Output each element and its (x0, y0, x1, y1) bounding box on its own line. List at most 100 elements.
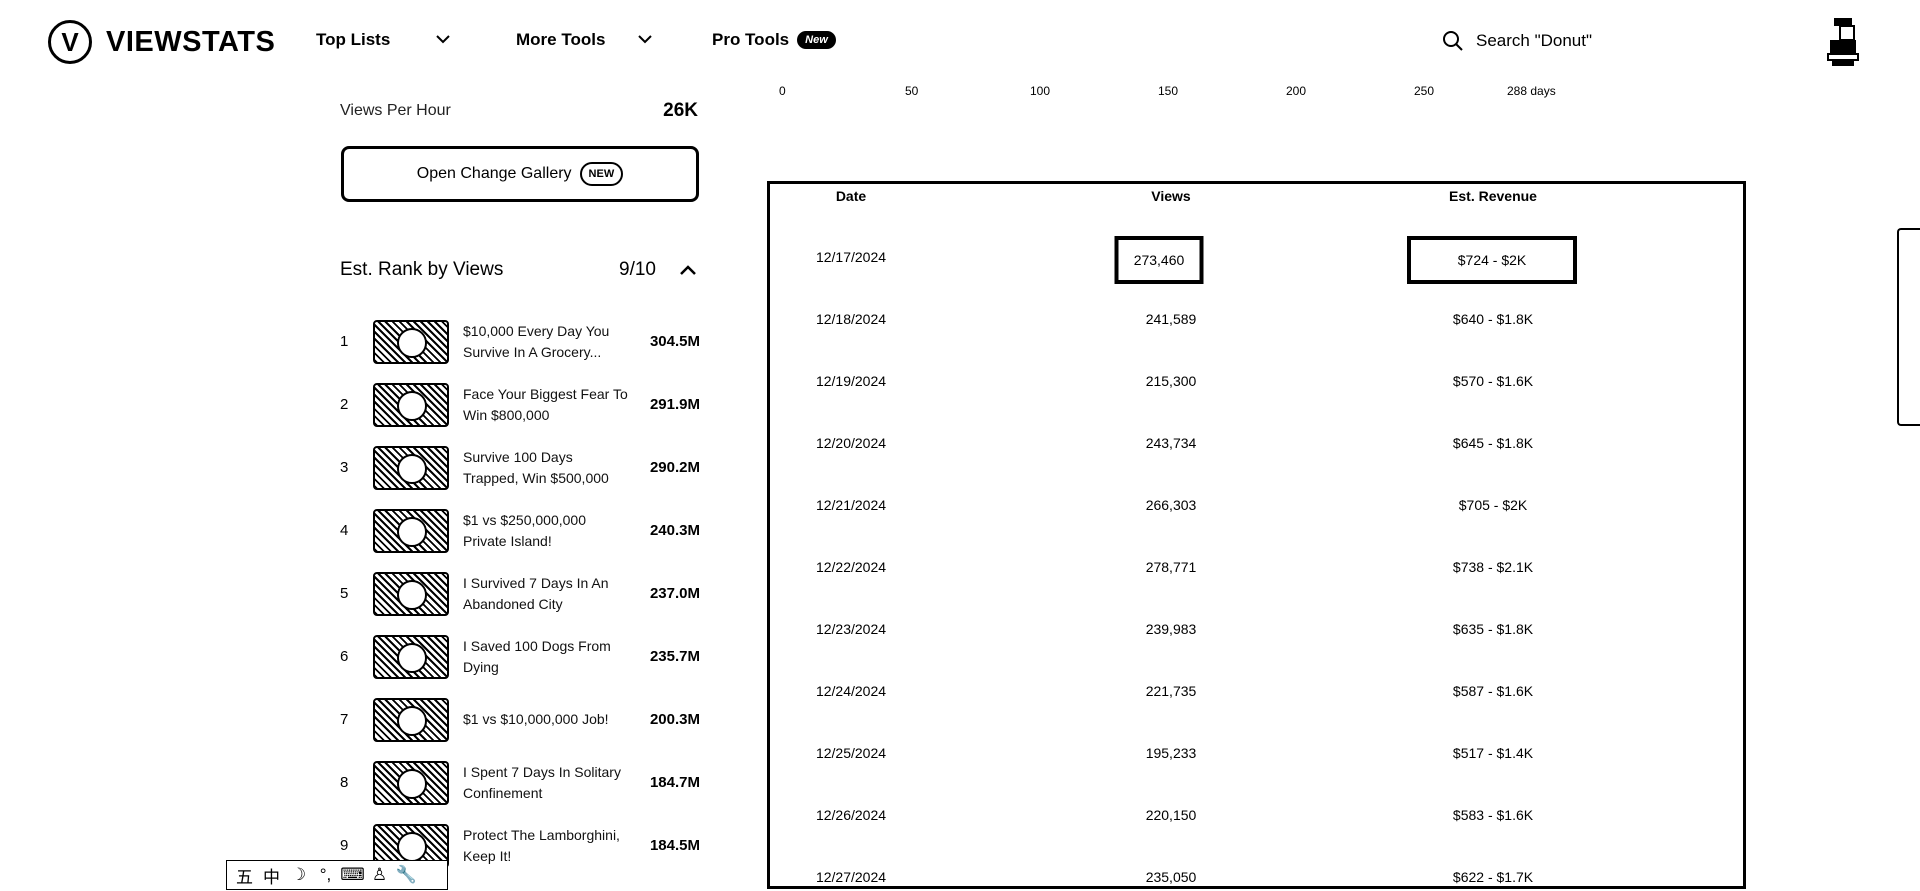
rank-number: 3 (340, 459, 349, 476)
rank-number: 2 (340, 396, 349, 413)
cell-views: 215,300 (1145, 373, 1197, 389)
column-header-views[interactable]: Views (1151, 188, 1190, 204)
video-thumbnail[interactable] (373, 634, 449, 679)
nav-top-lists[interactable]: Top Lists (316, 30, 450, 50)
ime-user-icon[interactable]: ♙ (366, 865, 393, 885)
video-thumbnail[interactable] (373, 445, 449, 490)
video-title[interactable]: Face Your Biggest Fear To Win $800,000 (463, 384, 628, 426)
cell-date: 12/23/2024 (815, 621, 887, 637)
rank-item[interactable]: 7 $1 vs $10,000,000 Job! 200.3M (340, 688, 700, 751)
views-per-hour-row: Views Per Hour 26K (340, 100, 700, 122)
cell-revenue: $640 - $1.8K (1452, 311, 1534, 327)
cell-views: 221,735 (1145, 683, 1197, 699)
video-views: 291.9M (649, 396, 700, 413)
nav-more-tools[interactable]: More Tools (516, 30, 652, 50)
collapse-rank-button[interactable] (676, 258, 700, 282)
video-title[interactable]: I Spent 7 Days In Solitary Confinement (463, 762, 628, 804)
video-thumbnail[interactable] (373, 382, 449, 427)
side-panel-handle[interactable] (1897, 228, 1920, 426)
video-title[interactable]: $10,000 Every Day You Survive In A Groce… (463, 321, 628, 363)
table-row[interactable]: 12/18/2024 241,589 $640 - $1.8K (770, 289, 1743, 351)
ime-settings-icon[interactable]: 🔧 (393, 865, 420, 885)
cell-revenue: $622 - $1.7K (1452, 869, 1534, 885)
daily-stats-table[interactable]: Date Views Est. Revenue 12/17/2024 273,4… (767, 181, 1746, 889)
cell-views: 278,771 (1145, 559, 1197, 575)
chevron-down-icon (638, 35, 652, 44)
video-thumbnail[interactable] (373, 760, 449, 805)
est-rank-count: 9/10 (619, 259, 656, 280)
open-change-gallery-button[interactable]: Open Change Gallery NEW (341, 146, 699, 202)
table-row[interactable]: 12/27/2024 235,050 $622 - $1.7K (770, 847, 1743, 886)
search-bar[interactable] (1442, 30, 1696, 52)
video-thumbnail[interactable] (373, 571, 449, 616)
video-views: 184.7M (649, 774, 700, 791)
ime-halfwidth-icon[interactable]: ☽ (285, 865, 312, 885)
gallery-button-label: Open Change Gallery (416, 165, 572, 182)
new-badge: New (797, 31, 836, 49)
table-row[interactable]: 12/26/2024 220,150 $583 - $1.6K (770, 785, 1743, 847)
rank-number: 1 (340, 333, 349, 350)
rank-item[interactable]: 8 I Spent 7 Days In Solitary Confinement… (340, 751, 700, 814)
axis-tick: 250 (1414, 84, 1435, 98)
video-title[interactable]: Protect The Lamborghini, Keep It! (463, 825, 628, 867)
nav-pro-tools[interactable]: Pro Tools New (712, 30, 836, 50)
table-row[interactable]: 12/19/2024 215,300 $570 - $1.6K (770, 351, 1743, 413)
video-title[interactable]: I Saved 100 Dogs From Dying (463, 636, 628, 678)
cell-views: 241,589 (1145, 311, 1197, 327)
table-row[interactable]: 12/20/2024 243,734 $645 - $1.8K (770, 413, 1743, 475)
cell-views: 239,983 (1145, 621, 1197, 637)
new-badge: NEW (579, 162, 624, 186)
ime-chinese-mode-icon[interactable]: 中 (258, 863, 285, 888)
table-row[interactable]: 12/21/2024 266,303 $705 - $2K (770, 475, 1743, 537)
rank-item[interactable]: 6 I Saved 100 Dogs From Dying 235.7M (340, 625, 700, 688)
video-title[interactable]: $1 vs $10,000,000 Job! (463, 709, 628, 730)
rank-item[interactable]: 1 $10,000 Every Day You Survive In A Gro… (340, 310, 700, 373)
cell-revenue: $587 - $1.6K (1452, 683, 1534, 699)
cell-revenue: $705 - $2K (1458, 497, 1528, 513)
column-header-revenue[interactable]: Est. Revenue (1449, 188, 1537, 204)
rank-item[interactable]: 3 Survive 100 Days Trapped, Win $500,000… (340, 436, 700, 499)
video-title[interactable]: I Survived 7 Days In An Abandoned City (463, 573, 628, 615)
viewstats-logo[interactable]: V VIEWSTATS (48, 20, 275, 64)
rank-item[interactable]: 4 $1 vs $250,000,000 Private Island! 240… (340, 499, 700, 562)
video-thumbnail[interactable] (373, 508, 449, 553)
table-header: Date Views Est. Revenue (770, 184, 1743, 214)
top-header: V VIEWSTATS Top Lists More Tools Pro Too… (0, 0, 1920, 84)
search-input[interactable] (1476, 31, 1696, 51)
cell-revenue: $570 - $1.6K (1452, 373, 1534, 389)
rank-item[interactable]: 2 Face Your Biggest Fear To Win $800,000… (340, 373, 700, 436)
video-thumbnail[interactable] (373, 697, 449, 742)
cell-views: 266,303 (1145, 497, 1197, 513)
cell-revenue: $517 - $1.4K (1452, 745, 1534, 761)
table-row[interactable]: 12/23/2024 239,983 $635 - $1.8K (770, 599, 1743, 661)
axis-tick: 50 (905, 84, 919, 98)
axis-tick: 200 (1286, 84, 1307, 98)
cell-views: 273,460 (1114, 236, 1204, 284)
cell-revenue: $583 - $1.6K (1452, 807, 1534, 823)
video-views: 184.5M (649, 837, 700, 854)
timeline-axis: 0 50 100 150 200 250 288 days (770, 84, 1670, 104)
rank-number: 4 (340, 522, 349, 539)
ime-keyboard-icon[interactable]: ⌨ (339, 865, 366, 885)
video-title[interactable]: Survive 100 Days Trapped, Win $500,000 (463, 447, 628, 489)
cell-date: 12/25/2024 (815, 745, 887, 761)
video-views: 240.3M (649, 522, 700, 539)
table-row[interactable]: 12/17/2024 273,460 $724 - $2K (770, 227, 1743, 289)
video-views: 290.2M (649, 459, 700, 476)
ime-punctuation-icon[interactable]: °, (312, 865, 339, 885)
user-avatar[interactable] (1820, 16, 1868, 68)
est-rank-header: Est. Rank by Views 9/10 (340, 258, 700, 282)
table-row[interactable]: 12/25/2024 195,233 $517 - $1.4K (770, 723, 1743, 785)
table-row[interactable]: 12/22/2024 278,771 $738 - $2.1K (770, 537, 1743, 599)
column-header-date[interactable]: Date (836, 188, 866, 204)
ime-wubi-icon[interactable]: 五 (231, 863, 258, 888)
cell-views: 220,150 (1145, 807, 1197, 823)
video-thumbnail[interactable] (373, 319, 449, 364)
views-per-hour-label: Views Per Hour (340, 102, 451, 119)
cell-revenue: $738 - $2.1K (1452, 559, 1534, 575)
video-views: 200.3M (649, 711, 700, 728)
video-title[interactable]: $1 vs $250,000,000 Private Island! (463, 510, 628, 552)
rank-item[interactable]: 5 I Survived 7 Days In An Abandoned City… (340, 562, 700, 625)
table-row[interactable]: 12/24/2024 221,735 $587 - $1.6K (770, 661, 1743, 723)
cell-views: 235,050 (1145, 869, 1197, 885)
